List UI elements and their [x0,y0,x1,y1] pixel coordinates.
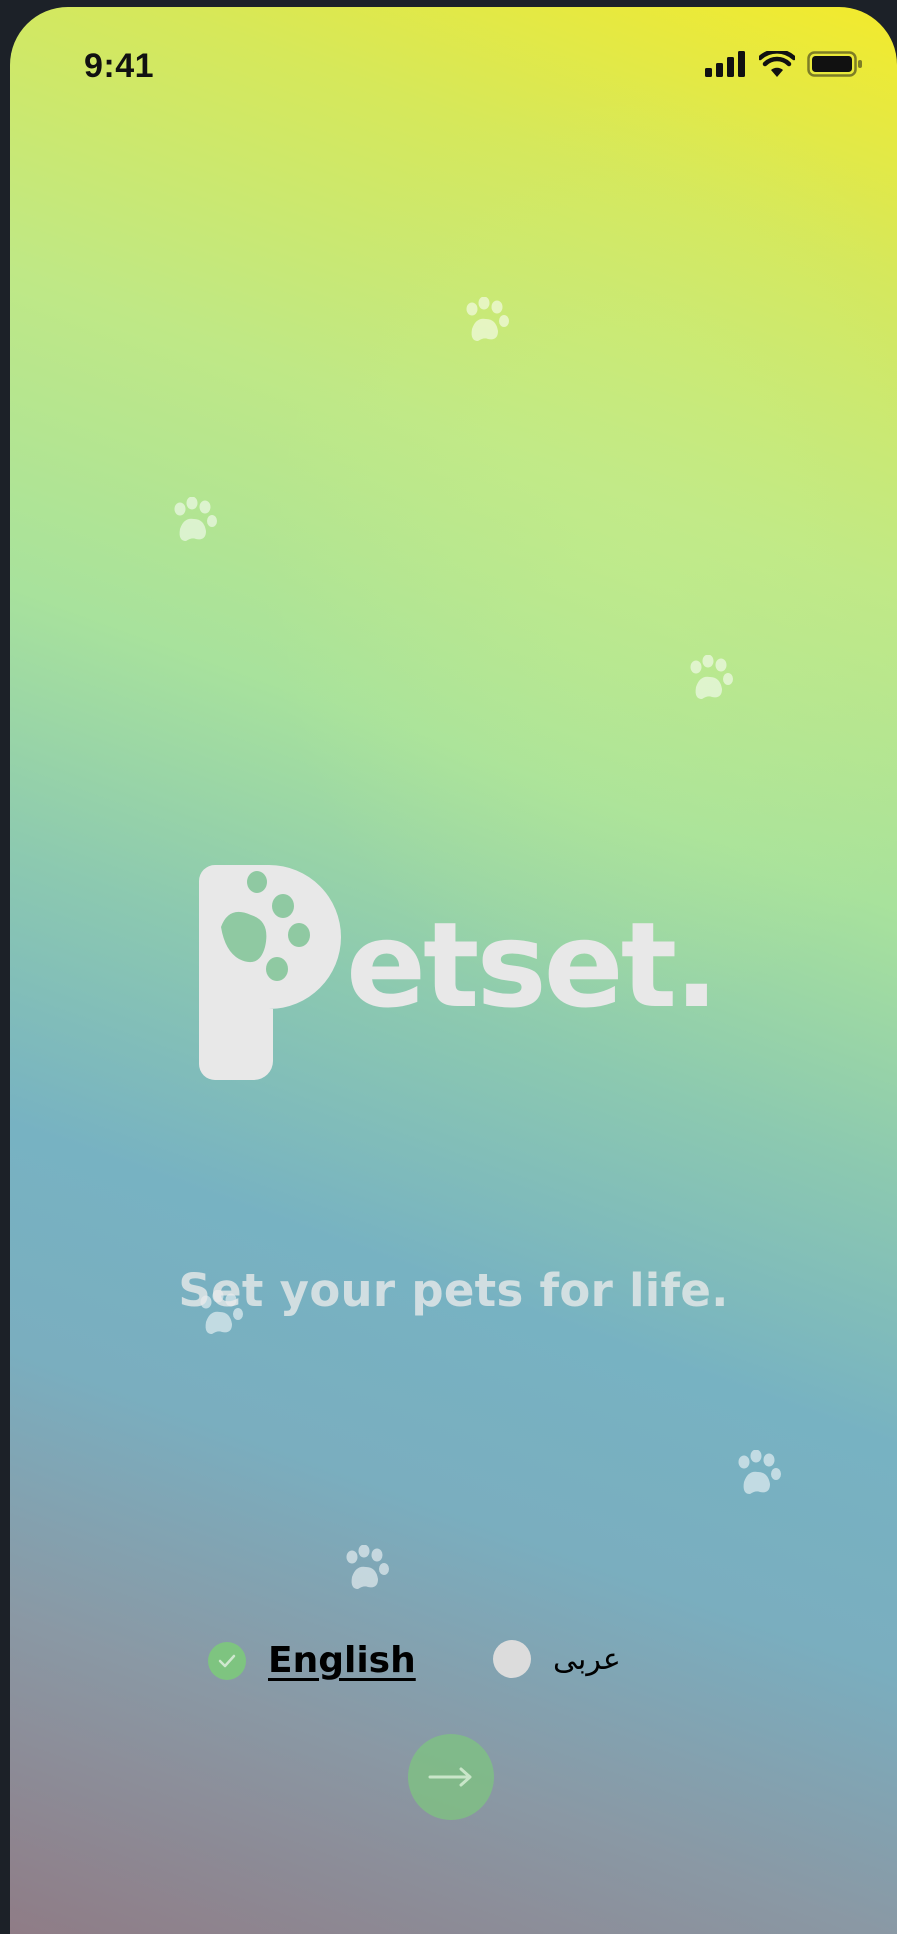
language-option-arabic[interactable]: عربى [493,1640,621,1678]
battery-icon [807,51,862,77]
app-screen: 9:41 etset. Set your pets for life. Engl… [10,7,897,1934]
paw-icon [346,1545,389,1589]
arrow-right-icon [428,1767,472,1787]
paw-icon [690,655,733,699]
english-label[interactable]: English [268,1640,416,1681]
english-radio[interactable] [208,1641,246,1680]
wifi-icon [759,51,795,77]
signal-icon [705,51,745,77]
tagline: Set your pets for life. [178,1264,729,1317]
arabic-label[interactable]: عربى [553,1642,621,1677]
status-bar: 9:41 [10,7,897,127]
next-button[interactable] [408,1734,494,1820]
status-icons [705,51,863,77]
arabic-radio[interactable] [493,1640,531,1678]
check-icon [218,1654,236,1667]
paw-icon [738,1450,781,1494]
paw-icon [174,497,217,541]
status-time: 9:41 [84,47,155,85]
logo-p-paw-icon [199,865,341,1080]
petset-logo: etset. [199,865,719,1080]
language-option-english[interactable]: English [208,1640,416,1681]
paw-icon [466,297,509,341]
logo-wordmark: etset. [346,896,719,1034]
